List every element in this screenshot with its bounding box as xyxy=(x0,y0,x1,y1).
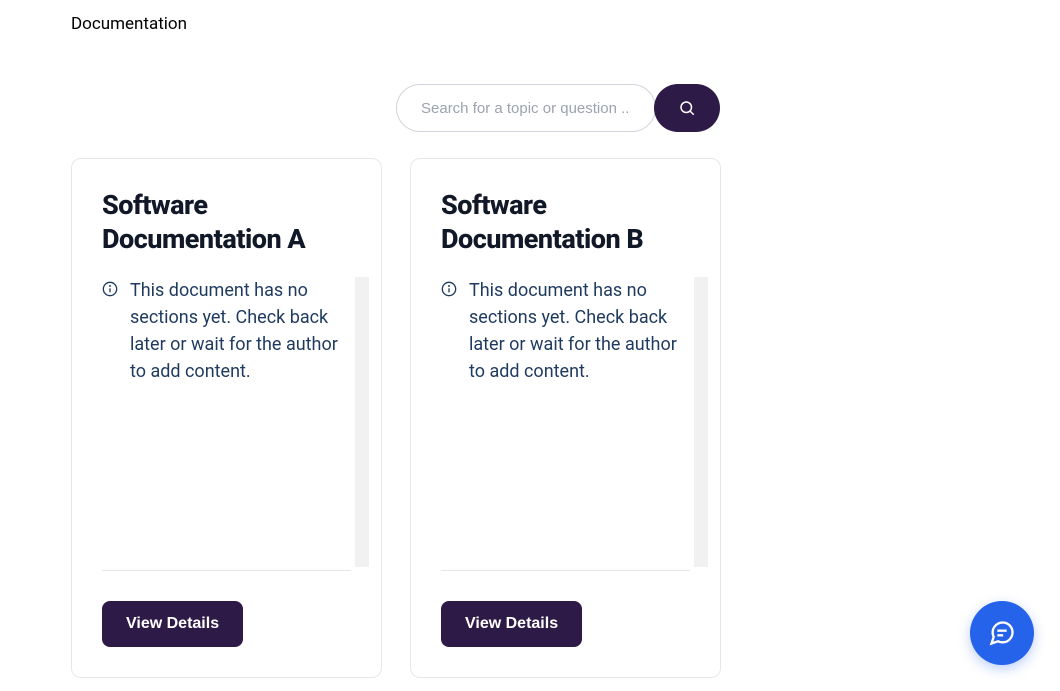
page-title: Documentation xyxy=(71,14,187,34)
scrollbar-track[interactable] xyxy=(355,277,369,567)
card-title: Software Documentation A xyxy=(102,189,351,257)
search-icon xyxy=(678,99,696,117)
view-details-button[interactable]: View Details xyxy=(441,601,582,647)
info-icon xyxy=(441,281,457,297)
view-details-button[interactable]: View Details xyxy=(102,601,243,647)
cards-container: Software Documentation A This document h… xyxy=(71,158,721,678)
search-bar xyxy=(396,84,720,132)
chat-button[interactable] xyxy=(970,601,1034,665)
card-body: This document has no sections yet. Check… xyxy=(441,277,690,571)
card-divider xyxy=(441,570,690,571)
card-message: This document has no sections yet. Check… xyxy=(469,277,690,385)
search-input[interactable] xyxy=(396,84,656,132)
card-divider xyxy=(102,570,351,571)
search-button[interactable] xyxy=(654,84,720,132)
chat-icon xyxy=(988,619,1016,647)
card-title: Software Documentation B xyxy=(441,189,690,257)
doc-card: Software Documentation B This document h… xyxy=(410,158,721,678)
card-body: This document has no sections yet. Check… xyxy=(102,277,351,571)
scrollbar-track[interactable] xyxy=(694,277,708,567)
card-message: This document has no sections yet. Check… xyxy=(130,277,351,385)
doc-card: Software Documentation A This document h… xyxy=(71,158,382,678)
info-icon xyxy=(102,281,118,297)
